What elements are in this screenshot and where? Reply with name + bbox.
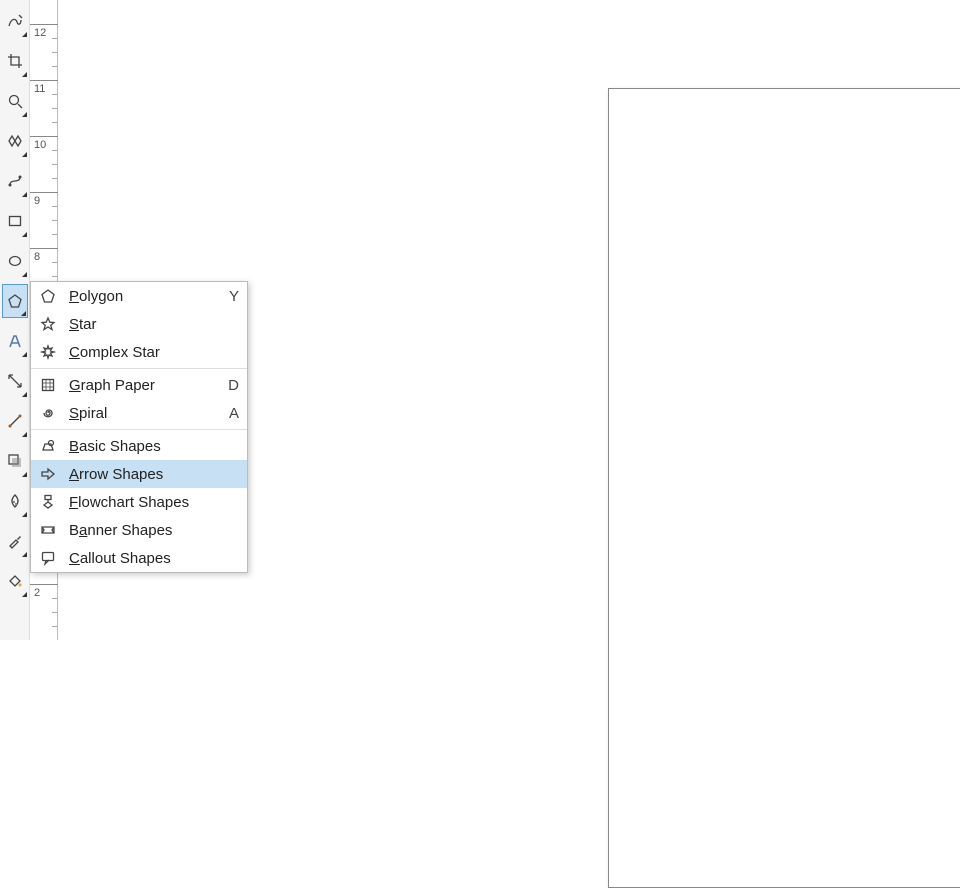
flyout-item-label: Polygon xyxy=(69,288,221,305)
ellipse-icon xyxy=(7,253,23,269)
flyout-item-label: Basic Shapes xyxy=(69,438,221,455)
tool-drop-shadow[interactable] xyxy=(2,444,28,478)
flyout-item-star[interactable]: Star xyxy=(31,310,247,338)
ruler-tick-label: 10 xyxy=(34,139,46,151)
tool-fill[interactable] xyxy=(2,564,28,598)
tool-smart-fill[interactable] xyxy=(2,124,28,158)
banner-icon xyxy=(37,519,59,541)
ruler-tick-label: 12 xyxy=(34,27,46,39)
text-icon xyxy=(7,333,23,349)
spiral-icon xyxy=(37,402,59,424)
flyout-item-complex-star[interactable]: Complex Star xyxy=(31,338,247,366)
polygon-icon xyxy=(7,293,23,309)
graph-icon xyxy=(37,374,59,396)
flyout-item-label: Spiral xyxy=(69,405,221,422)
ruler-tick-label: 9 xyxy=(34,195,40,207)
basic-icon xyxy=(37,435,59,457)
tool-straight-line[interactable] xyxy=(2,404,28,438)
flyout-item-spiral[interactable]: SpiralA xyxy=(31,399,247,427)
flyout-item-label: Complex Star xyxy=(69,344,221,361)
tool-dimension[interactable] xyxy=(2,364,28,398)
star-icon xyxy=(37,313,59,335)
flyout-item-label: Banner Shapes xyxy=(69,522,221,539)
shadow-icon xyxy=(7,453,23,469)
polygon-icon xyxy=(37,285,59,307)
flyout-item-shortcut: A xyxy=(221,405,239,422)
ruler-tick-label: 11 xyxy=(34,83,45,95)
zoom-icon xyxy=(7,93,23,109)
flyout-item-label: Graph Paper xyxy=(69,377,221,394)
flyout-item-label: Callout Shapes xyxy=(69,550,221,567)
smartfill-icon xyxy=(7,133,23,149)
crop-icon xyxy=(7,53,23,69)
shape-tool-flyout: PolygonYStarComplex StarGraph PaperDSpir… xyxy=(30,281,248,573)
arrow-icon xyxy=(37,463,59,485)
flyout-item-shortcut: Y xyxy=(221,288,239,305)
transparency-icon xyxy=(7,493,23,509)
eyedropper-icon xyxy=(7,533,23,549)
tool-text[interactable] xyxy=(2,324,28,358)
flyout-item-polygon[interactable]: PolygonY xyxy=(31,282,247,310)
tool-ellipse[interactable] xyxy=(2,244,28,278)
dimension-icon xyxy=(7,373,23,389)
tool-zoom[interactable] xyxy=(2,84,28,118)
flow-icon xyxy=(37,491,59,513)
ruler-tick-label: 8 xyxy=(34,251,40,263)
tool-polygon[interactable] xyxy=(2,284,28,318)
flyout-item-flowchart-shapes[interactable]: Flowchart Shapes xyxy=(31,488,247,516)
fill-icon xyxy=(7,573,23,589)
flyout-item-basic-shapes[interactable]: Basic Shapes xyxy=(31,432,247,460)
tool-eyedropper[interactable] xyxy=(2,524,28,558)
flyout-item-graph-paper[interactable]: Graph PaperD xyxy=(31,371,247,399)
flyout-item-shortcut: D xyxy=(221,377,239,394)
callout-icon xyxy=(37,547,59,569)
ruler-tick-label: 2 xyxy=(34,587,40,599)
flyout-item-label: Star xyxy=(69,316,221,333)
tool-transparency[interactable] xyxy=(2,484,28,518)
rect-icon xyxy=(7,213,23,229)
flyout-item-callout-shapes[interactable]: Callout Shapes xyxy=(31,544,247,572)
complex-star-icon xyxy=(37,341,59,363)
line2-icon xyxy=(7,413,23,429)
flyout-item-arrow-shapes[interactable]: Arrow Shapes xyxy=(31,460,247,488)
flyout-item-label: Arrow Shapes xyxy=(69,466,221,483)
tool-rectangle[interactable] xyxy=(2,204,28,238)
flyout-item-banner-shapes[interactable]: Banner Shapes xyxy=(31,516,247,544)
tool-crop[interactable] xyxy=(2,44,28,78)
flyout-item-label: Flowchart Shapes xyxy=(69,494,221,511)
tool-freehand[interactable] xyxy=(2,4,28,38)
tool-connector[interactable] xyxy=(2,164,28,198)
toolbox xyxy=(0,0,30,640)
page[interactable] xyxy=(608,88,960,888)
freehand-icon xyxy=(7,13,23,29)
connector-icon xyxy=(7,173,23,189)
